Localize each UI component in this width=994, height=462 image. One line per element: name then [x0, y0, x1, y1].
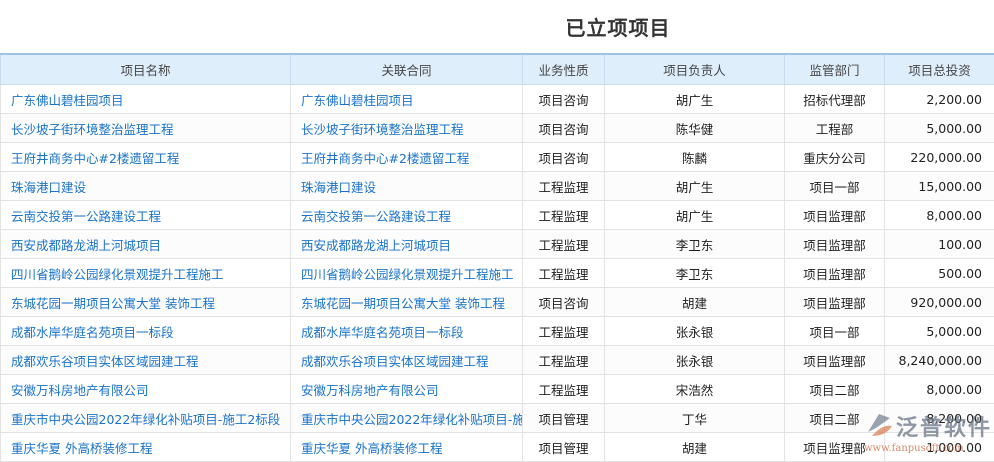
cell-contract[interactable]: 长沙坡子街环境整治监理工程 — [290, 113, 523, 143]
column-header-investment[interactable]: 项目总投资 — [884, 53, 994, 85]
table-row: 成都水岸华庭名苑项目一标段 成都水岸华庭名苑项目一标段 工程监理 张永银 项目一部 5,0… — [0, 316, 994, 346]
cell-manager: 张永银 — [604, 345, 785, 375]
cell-manager: 胡建 — [604, 432, 785, 462]
table-row: 珠海港口建设 珠海港口建设 工程监理 胡广生 项目一部 15,000.00 — [0, 171, 994, 201]
cell-project-name[interactable]: 长沙坡子街环境整治监理工程 — [0, 113, 291, 143]
cell-project-name[interactable]: 安徽万科房地产有限公司 — [0, 374, 291, 404]
cell-business-type: 工程监理 — [522, 229, 605, 259]
cell-manager: 宋浩然 — [604, 374, 785, 404]
cell-manager: 李卫东 — [604, 229, 785, 259]
cell-investment: 8,000.00 — [884, 200, 994, 230]
cell-business-type: 工程监理 — [522, 316, 605, 346]
cell-department: 项目一部 — [784, 316, 885, 346]
cell-manager: 胡建 — [604, 287, 785, 317]
cell-business-type: 项目咨询 — [522, 142, 605, 172]
column-header-contract[interactable]: 关联合同 — [290, 53, 523, 85]
table-row: 王府井商务中心#2楼遗留工程 王府井商务中心#2楼遗留工程 项目咨询 陈麟 重庆分公司 2… — [0, 142, 994, 172]
column-header-business-type[interactable]: 业务性质 — [522, 53, 605, 85]
cell-business-type: 工程监理 — [522, 171, 605, 201]
watermark-logo: 泛普软件 www.fanpusoft.com — [864, 410, 990, 454]
cell-project-name[interactable]: 成都水岸华庭名苑项目一标段 — [0, 316, 291, 346]
table-row: 重庆华夏 外高桥装修工程 重庆华夏 外高桥装修工程 项目管理 胡建 项目监理部 1,000… — [0, 432, 994, 462]
cell-contract[interactable]: 安徽万科房地产有限公司 — [290, 374, 523, 404]
cell-project-name[interactable]: 广东佛山碧桂园项目 — [0, 84, 291, 114]
cell-manager: 陈麟 — [604, 142, 785, 172]
cell-business-type: 工程监理 — [522, 200, 605, 230]
cell-contract[interactable]: 重庆华夏 外高桥装修工程 — [290, 432, 523, 462]
cell-manager: 李卫东 — [604, 258, 785, 288]
cell-contract[interactable]: 重庆市中央公园2022年绿化补贴项目-施工2标段 — [290, 403, 523, 433]
cell-department: 项目监理部 — [784, 345, 885, 375]
cell-department: 项目监理部 — [784, 258, 885, 288]
cell-contract[interactable]: 东城花园一期项目公寓大堂 装饰工程 — [290, 287, 523, 317]
table-row: 四川省鹅岭公园绿化景观提升工程施工 四川省鹅岭公园绿化景观提升工程施工 工程监理 李卫… — [0, 258, 994, 288]
cell-contract[interactable]: 成都水岸华庭名苑项目一标段 — [290, 316, 523, 346]
cell-contract[interactable]: 成都欢乐谷项目实体区域园建工程 — [290, 345, 523, 375]
cell-investment: 100.00 — [884, 229, 994, 259]
table-row: 长沙坡子街环境整治监理工程 长沙坡子街环境整治监理工程 项目咨询 陈华健 工程部 5,00… — [0, 113, 994, 143]
cell-department: 招标代理部 — [784, 84, 885, 114]
cell-investment: 5,000.00 — [884, 113, 994, 143]
cell-manager: 胡广生 — [604, 84, 785, 114]
column-header-manager[interactable]: 项目负责人 — [604, 53, 785, 85]
cell-contract[interactable]: 云南交投第一公路建设工程 — [290, 200, 523, 230]
cell-contract[interactable]: 珠海港口建设 — [290, 171, 523, 201]
cell-business-type: 项目咨询 — [522, 113, 605, 143]
column-header-department[interactable]: 监管部门 — [784, 53, 885, 85]
table-row: 重庆市中央公园2022年绿化补贴项目-施工2标段 重庆市中央公园2022年绿化补贴… — [0, 403, 994, 433]
cell-project-name[interactable]: 王府井商务中心#2楼遗留工程 — [0, 142, 291, 172]
cell-project-name[interactable]: 云南交投第一公路建设工程 — [0, 200, 291, 230]
fanpu-logo-icon — [868, 414, 892, 436]
cell-investment: 5,000.00 — [884, 316, 994, 346]
table-row: 安徽万科房地产有限公司 安徽万科房地产有限公司 工程监理 宋浩然 项目二部 8,000.0… — [0, 374, 994, 404]
cell-project-name[interactable]: 重庆华夏 外高桥装修工程 — [0, 432, 291, 462]
cell-investment: 8,000.00 — [884, 374, 994, 404]
cell-investment: 920,000.00 — [884, 287, 994, 317]
cell-department: 项目监理部 — [784, 229, 885, 259]
page-title: 已立项项目 — [565, 16, 671, 40]
cell-contract[interactable]: 西安成都路龙湖上河城项目 — [290, 229, 523, 259]
table-row: 东城花园一期项目公寓大堂 装饰工程 东城花园一期项目公寓大堂 装饰工程 项目咨询 胡建… — [0, 287, 994, 317]
cell-business-type: 工程监理 — [522, 258, 605, 288]
cell-investment: 8,240,000.00 — [884, 345, 994, 375]
cell-department: 重庆分公司 — [784, 142, 885, 172]
cell-project-name[interactable]: 西安成都路龙湖上河城项目 — [0, 229, 291, 259]
cell-project-name[interactable]: 珠海港口建设 — [0, 171, 291, 201]
cell-business-type: 项目管理 — [522, 432, 605, 462]
cell-business-type: 项目咨询 — [522, 84, 605, 114]
cell-department: 工程部 — [784, 113, 885, 143]
cell-investment: 500.00 — [884, 258, 994, 288]
cell-project-name[interactable]: 成都欢乐谷项目实体区域园建工程 — [0, 345, 291, 375]
cell-business-type: 项目管理 — [522, 403, 605, 433]
cell-manager: 丁华 — [604, 403, 785, 433]
watermark-brand: 泛普软件 — [896, 416, 993, 441]
table-row: 成都欢乐谷项目实体区域园建工程 成都欢乐谷项目实体区域园建工程 工程监理 张永银 项目监… — [0, 345, 994, 375]
cell-investment: 2,200.00 — [884, 84, 994, 114]
cell-manager: 胡广生 — [604, 171, 785, 201]
table-row: 西安成都路龙湖上河城项目 西安成都路龙湖上河城项目 工程监理 李卫东 项目监理部 100.… — [0, 229, 994, 259]
cell-department: 项目二部 — [784, 374, 885, 404]
cell-contract[interactable]: 四川省鹅岭公园绿化景观提升工程施工 — [290, 258, 523, 288]
column-header-project-name[interactable]: 项目名称 — [0, 53, 291, 85]
cell-department: 项目监理部 — [784, 200, 885, 230]
cell-business-type: 工程监理 — [522, 345, 605, 375]
cell-manager: 胡广生 — [604, 200, 785, 230]
cell-business-type: 项目咨询 — [522, 287, 605, 317]
cell-project-name[interactable]: 四川省鹅岭公园绿化景观提升工程施工 — [0, 258, 291, 288]
cell-department: 项目一部 — [784, 171, 885, 201]
cell-manager: 陈华健 — [604, 113, 785, 143]
cell-business-type: 工程监理 — [522, 374, 605, 404]
cell-investment: 15,000.00 — [884, 171, 994, 201]
watermark-url: www.fanpusoft.com — [864, 443, 964, 454]
cell-project-name[interactable]: 重庆市中央公园2022年绿化补贴项目-施工2标段 — [0, 403, 291, 433]
cell-department: 项目监理部 — [784, 287, 885, 317]
cell-contract[interactable]: 王府井商务中心#2楼遗留工程 — [290, 142, 523, 172]
projects-table: 项目名称 关联合同 业务性质 项目负责人 监管部门 项目总投资 广东佛山碧桂园项目 广东佛山… — [0, 53, 994, 462]
cell-project-name[interactable]: 东城花园一期项目公寓大堂 装饰工程 — [0, 287, 291, 317]
cell-contract[interactable]: 广东佛山碧桂园项目 — [290, 84, 523, 114]
cell-manager: 张永银 — [604, 316, 785, 346]
cell-investment: 220,000.00 — [884, 142, 994, 172]
table-row: 广东佛山碧桂园项目 广东佛山碧桂园项目 项目咨询 胡广生 招标代理部 2,200.00 — [0, 84, 994, 114]
table-row: 云南交投第一公路建设工程 云南交投第一公路建设工程 工程监理 胡广生 项目监理部 8,00… — [0, 200, 994, 230]
